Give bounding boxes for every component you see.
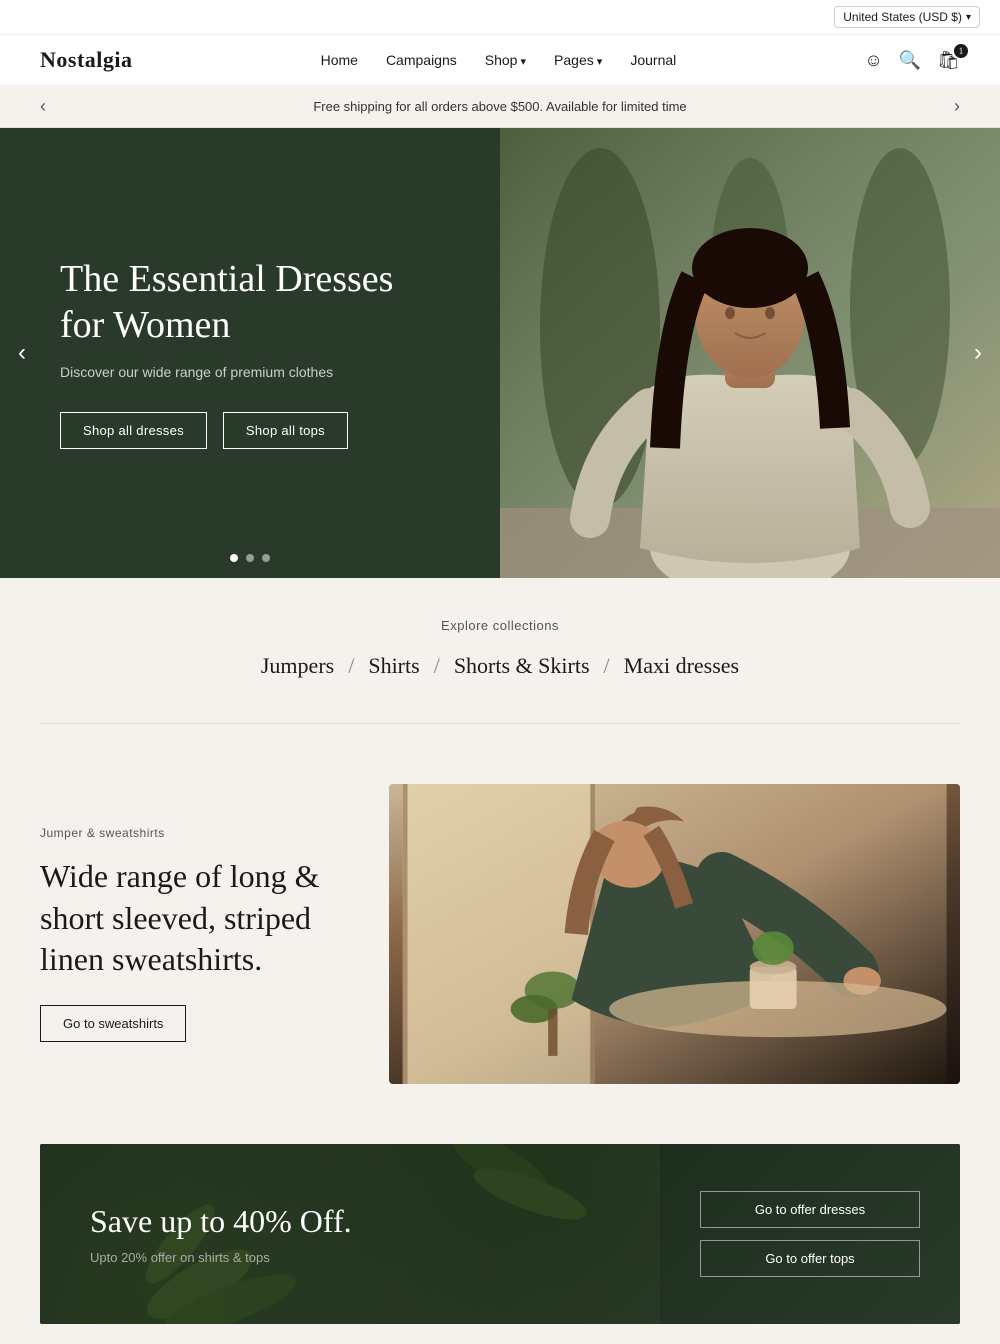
currency-chevron: ▾ (966, 12, 971, 23)
collection-maxi-dresses[interactable]: Maxi dresses (616, 649, 747, 683)
sep-3: / (598, 653, 616, 679)
sweatshirts-text: Jumper & sweatshirts Wide range of long … (40, 784, 349, 1084)
collection-shorts-skirts[interactable]: Shorts & Skirts (446, 649, 598, 683)
hero-buttons: Shop all dresses Shop all tops (60, 412, 348, 449)
offer-left: Save up to 40% Off. Upto 20% offer on sh… (40, 1144, 660, 1324)
offer-right: Go to offer dresses Go to offer tops (660, 1144, 960, 1324)
top-bar: United States (USD $) ▾ (0, 0, 1000, 35)
nav-journal[interactable]: Journal (630, 52, 676, 68)
hero-image (500, 128, 1000, 578)
carousel-dots (230, 554, 270, 562)
nav-home[interactable]: Home (321, 52, 358, 68)
dot-3[interactable] (262, 554, 270, 562)
hero-right (500, 128, 1000, 578)
account-icon[interactable]: ☺ (864, 50, 882, 71)
sweatshirts-section: Jumper & sweatshirts Wide range of long … (0, 744, 1000, 1124)
sweatshirts-title: Wide range of long & short sleeved, stri… (40, 856, 329, 981)
nav-icons: ☺ 🔍 🛍 1 (864, 50, 960, 71)
hero-prev-arrow[interactable]: ‹ (10, 331, 34, 375)
offer-title: Save up to 40% Off. (90, 1203, 610, 1240)
cart-badge: 1 (954, 44, 968, 58)
hero-next-arrow[interactable]: › (966, 331, 990, 375)
collection-jumpers[interactable]: Jumpers (253, 649, 342, 683)
dot-2[interactable] (246, 554, 254, 562)
announcement-next[interactable]: › (954, 96, 960, 117)
hero-section: ‹ The Essential Dresses for Women Discov… (0, 128, 1000, 578)
cart-icon[interactable]: 🛍 1 (937, 50, 960, 71)
header: Nostalgia Home Campaigns Shop Pages Jour… (0, 35, 1000, 86)
currency-selector[interactable]: United States (USD $) ▾ (834, 6, 980, 28)
collections-section: Explore collections Jumpers / Shirts / S… (0, 578, 1000, 703)
hero-left: The Essential Dresses for Women Discover… (0, 128, 500, 578)
divider-1 (40, 723, 960, 724)
nav-campaigns[interactable]: Campaigns (386, 52, 457, 68)
go-to-sweatshirts-button[interactable]: Go to sweatshirts (40, 1005, 186, 1042)
collection-shirts[interactable]: Shirts (360, 649, 427, 683)
dot-1[interactable] (230, 554, 238, 562)
currency-label: United States (USD $) (843, 10, 962, 24)
announcement-bar: ‹ Free shipping for all orders above $50… (0, 86, 1000, 128)
collections-links: Jumpers / Shirts / Shorts & Skirts / Max… (40, 649, 960, 683)
offer-subtitle: Upto 20% offer on shirts & tops (90, 1250, 610, 1265)
offer-tops-button[interactable]: Go to offer tops (700, 1240, 920, 1277)
sep-1: / (342, 653, 360, 679)
sweatshirts-category: Jumper & sweatshirts (40, 826, 329, 840)
main-nav: Home Campaigns Shop Pages Journal (321, 52, 677, 68)
nav-pages[interactable]: Pages (554, 52, 602, 68)
sep-2: / (428, 653, 446, 679)
collections-label: Explore collections (40, 618, 960, 633)
announcement-text: Free shipping for all orders above $500.… (313, 99, 686, 114)
shop-tops-button[interactable]: Shop all tops (223, 412, 348, 449)
hero-subtitle: Discover our wide range of premium cloth… (60, 364, 333, 380)
offer-section: Save up to 40% Off. Upto 20% offer on sh… (40, 1144, 960, 1324)
sweatshirts-image (389, 784, 960, 1084)
logo[interactable]: Nostalgia (40, 47, 133, 73)
nav-shop[interactable]: Shop (485, 52, 526, 68)
search-icon[interactable]: 🔍 (899, 50, 921, 71)
shop-dresses-button[interactable]: Shop all dresses (60, 412, 207, 449)
offer-dresses-button[interactable]: Go to offer dresses (700, 1191, 920, 1228)
announcement-prev[interactable]: ‹ (40, 96, 46, 117)
hero-title: The Essential Dresses for Women (60, 257, 440, 348)
